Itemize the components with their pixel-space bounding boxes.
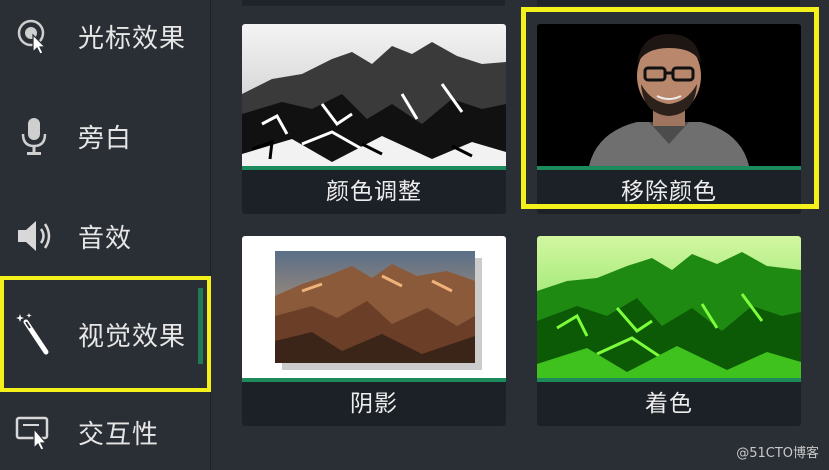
colorize-thumbnail bbox=[537, 236, 801, 378]
effect-tile-remove-color[interactable]: 移除颜色 bbox=[537, 24, 801, 214]
selected-indicator bbox=[198, 288, 203, 364]
sidebar-item-cursor-effects[interactable]: 光标效果 bbox=[0, 0, 211, 86]
color-adjust-thumbnail bbox=[242, 24, 506, 166]
effects-sidebar: 光标效果 旁白 音效 视觉效果 交互性 bbox=[0, 0, 211, 470]
sidebar-item-audio-effects[interactable]: 音效 bbox=[0, 186, 211, 286]
remove-color-thumbnail bbox=[537, 24, 801, 166]
tile-row-above-edge bbox=[537, 0, 800, 6]
effect-tile-colorize[interactable]: 着色 bbox=[537, 236, 801, 426]
tile-label: 着色 bbox=[645, 391, 693, 417]
tile-label: 阴影 bbox=[350, 391, 398, 417]
magic-wand-icon bbox=[14, 313, 54, 355]
sidebar-item-label: 交互性 bbox=[78, 419, 160, 450]
sidebar-item-narration[interactable]: 旁白 bbox=[0, 86, 211, 186]
effect-tile-shadow[interactable]: 阴影 bbox=[242, 236, 506, 426]
sidebar-item-visual-effects[interactable]: 视觉效果 bbox=[0, 276, 211, 392]
sidebar-item-label: 视觉效果 bbox=[78, 321, 187, 352]
tile-label: 移除颜色 bbox=[621, 179, 717, 205]
cursor-effect-icon bbox=[14, 16, 54, 56]
sidebar-item-interactivity[interactable]: 交互性 bbox=[0, 382, 211, 470]
effect-tile-color-adjust[interactable]: 颜色调整 bbox=[242, 24, 506, 214]
sidebar-item-label: 光标效果 bbox=[78, 23, 187, 54]
microphone-icon bbox=[14, 116, 54, 156]
shadow-thumbnail bbox=[242, 236, 506, 378]
sidebar-item-label: 音效 bbox=[78, 223, 133, 254]
speaker-icon bbox=[14, 216, 54, 256]
tile-row-above-edge bbox=[242, 0, 505, 6]
tile-label: 颜色调整 bbox=[326, 179, 422, 205]
watermark: @51CTO博客 bbox=[736, 446, 819, 461]
interactive-cursor-icon bbox=[14, 412, 54, 452]
sidebar-item-label: 旁白 bbox=[78, 123, 133, 154]
